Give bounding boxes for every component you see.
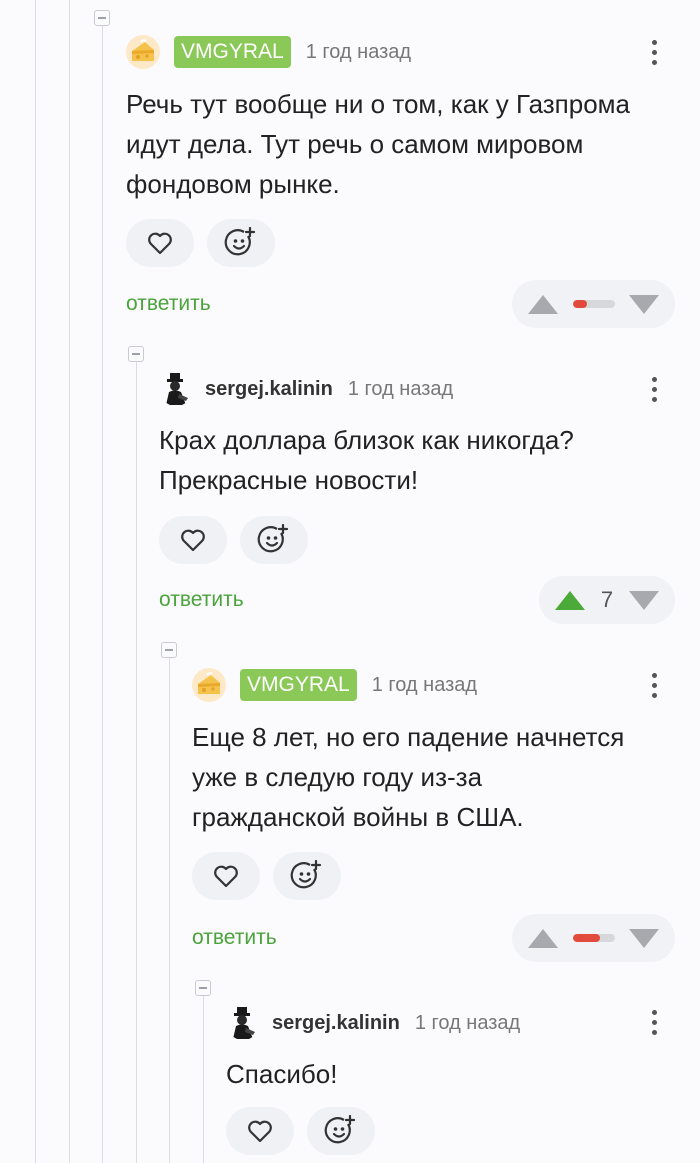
comment-text: Еще 8 лет, но его падение начнется уже в… bbox=[192, 722, 625, 832]
avatar[interactable] bbox=[159, 372, 193, 406]
thread-line-1 bbox=[35, 0, 36, 1163]
add-reaction-button[interactable] bbox=[240, 516, 308, 564]
arrow-down-icon[interactable] bbox=[629, 294, 659, 314]
like-button[interactable] bbox=[126, 219, 194, 267]
like-button[interactable] bbox=[226, 1107, 294, 1155]
more-vertical-icon[interactable] bbox=[639, 665, 669, 705]
heart-icon bbox=[214, 865, 238, 888]
timestamp[interactable]: 1 год назад bbox=[372, 674, 477, 697]
smiley-add-icon bbox=[224, 227, 256, 256]
reply-button[interactable]: ответить bbox=[126, 292, 211, 316]
negative-ratio-fill bbox=[572, 300, 588, 308]
more-vertical-icon[interactable] bbox=[639, 32, 669, 72]
more-vertical-icon[interactable] bbox=[639, 1002, 669, 1042]
arrow-up-icon[interactable] bbox=[528, 928, 558, 948]
person-avatar-icon bbox=[166, 373, 188, 405]
smiley-add-icon bbox=[290, 860, 322, 889]
cheese-avatar-icon bbox=[132, 39, 154, 61]
comment-text: Речь тут вообще ни о том, как у Газпрома… bbox=[126, 89, 631, 199]
add-reaction-button[interactable] bbox=[207, 219, 275, 267]
rating-ratio-bar bbox=[572, 934, 615, 942]
collapse-icon[interactable] bbox=[195, 980, 211, 996]
avatar[interactable] bbox=[226, 1006, 260, 1040]
add-reaction-button[interactable] bbox=[307, 1107, 375, 1155]
comment-text: Спасибо! bbox=[226, 1059, 338, 1089]
thread-line-5 bbox=[169, 658, 170, 1163]
author-badge[interactable]: VMGYRAL bbox=[174, 36, 291, 68]
reply-button[interactable]: ответить bbox=[192, 926, 277, 950]
smiley-add-icon bbox=[324, 1115, 356, 1144]
comment-header: VMGYRAL 1 год назад bbox=[192, 668, 477, 702]
vote-widget bbox=[512, 914, 675, 962]
rating-score: 7 bbox=[600, 587, 614, 612]
collapse-icon[interactable] bbox=[128, 346, 144, 362]
more-vertical-icon[interactable] bbox=[639, 369, 669, 409]
rating-ratio-bar bbox=[572, 300, 615, 308]
arrow-up-icon[interactable] bbox=[528, 294, 558, 314]
reaction-buttons bbox=[226, 1107, 375, 1155]
comment-header: VMGYRAL 1 год назад bbox=[126, 35, 411, 69]
reaction-buttons bbox=[192, 852, 341, 900]
comment-header: sergej.kalinin 1 год назад bbox=[226, 1006, 520, 1040]
username[interactable]: sergej.kalinin bbox=[272, 1012, 400, 1035]
collapse-icon[interactable] bbox=[161, 642, 177, 658]
author-badge[interactable]: VMGYRAL bbox=[240, 669, 357, 701]
person-avatar-icon bbox=[233, 1007, 255, 1039]
cheese-avatar-icon bbox=[198, 672, 220, 694]
username[interactable]: sergej.kalinin bbox=[205, 378, 333, 401]
heart-icon bbox=[248, 1120, 272, 1143]
comment-header: sergej.kalinin 1 год назад bbox=[159, 372, 453, 406]
reaction-buttons bbox=[126, 219, 275, 267]
vote-widget: 7 bbox=[539, 576, 675, 624]
smiley-add-icon bbox=[257, 524, 289, 553]
comment-text: Крах доллара близок как никогда? Прекрас… bbox=[159, 425, 574, 495]
timestamp[interactable]: 1 год назад bbox=[306, 41, 411, 64]
reply-button[interactable]: ответить bbox=[159, 588, 244, 612]
add-reaction-button[interactable] bbox=[273, 852, 341, 900]
heart-icon bbox=[181, 529, 205, 552]
arrow-up-icon[interactable] bbox=[555, 590, 585, 610]
reaction-buttons bbox=[159, 516, 308, 564]
thread-line-3 bbox=[102, 26, 103, 1163]
heart-icon bbox=[148, 232, 172, 255]
avatar[interactable] bbox=[192, 668, 226, 702]
arrow-down-icon[interactable] bbox=[629, 928, 659, 948]
timestamp[interactable]: 1 год назад bbox=[415, 1012, 520, 1035]
vote-widget bbox=[512, 280, 675, 328]
collapse-icon[interactable] bbox=[94, 10, 110, 26]
arrow-down-icon[interactable] bbox=[629, 590, 659, 610]
like-button[interactable] bbox=[192, 852, 260, 900]
avatar[interactable] bbox=[126, 35, 160, 69]
thread-line-6 bbox=[203, 995, 204, 1163]
thread-line-4 bbox=[136, 362, 137, 1163]
timestamp[interactable]: 1 год назад bbox=[348, 378, 453, 401]
like-button[interactable] bbox=[159, 516, 227, 564]
thread-line-2 bbox=[69, 0, 70, 1163]
negative-ratio-fill bbox=[572, 934, 600, 942]
